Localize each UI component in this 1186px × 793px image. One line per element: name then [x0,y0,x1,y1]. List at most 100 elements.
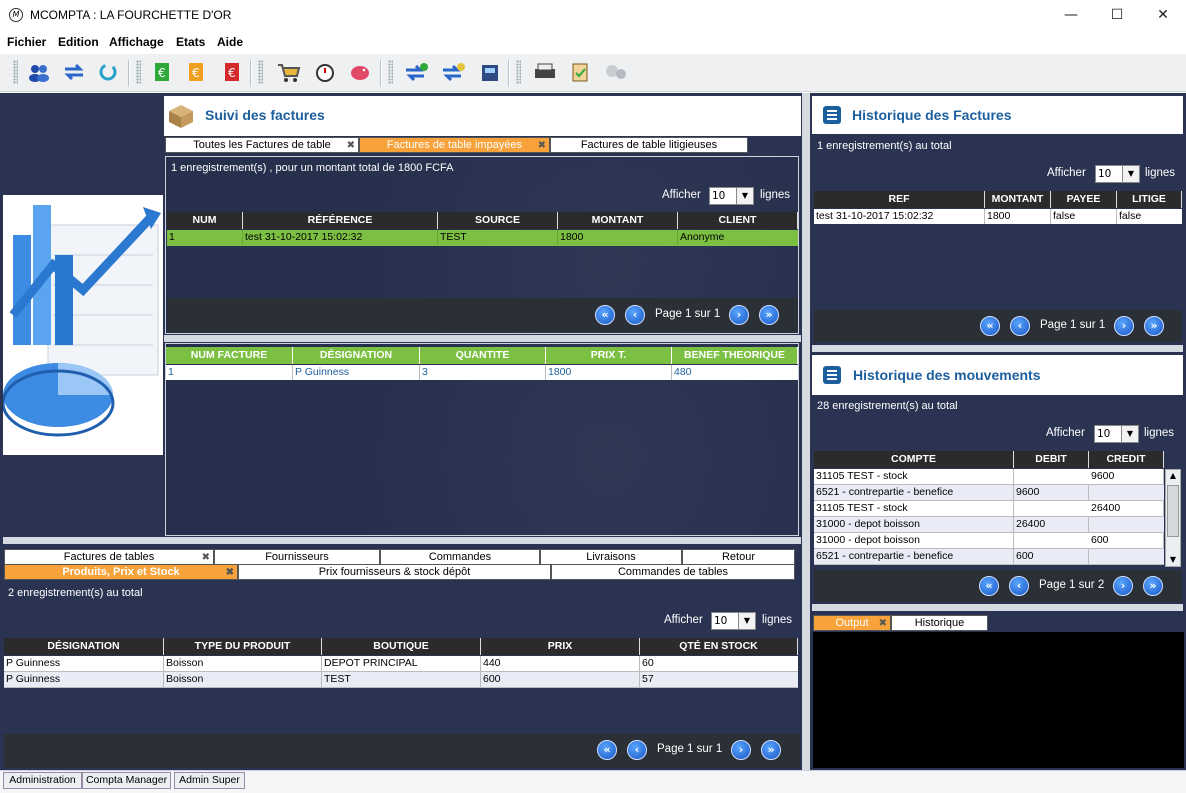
menu-aide[interactable]: Aide [217,35,243,49]
tab-administration[interactable]: Administration [3,772,82,789]
tab-retour[interactable]: Retour [682,549,795,565]
tab-compta-manager[interactable]: Compta Manager [82,772,171,789]
col-reference[interactable]: RÉFÉRENCE [243,212,438,229]
col-type-produit[interactable]: TYPE DU PRODUIT [164,638,322,655]
prev-page-icon[interactable]: ‹ [627,740,647,760]
rows-per-page-select[interactable]: 10 ▼ [709,187,754,205]
tab-factures-de-tables[interactable]: Factures de tables ✖ [4,549,214,565]
col-designation[interactable]: DÉSIGNATION [293,347,420,364]
split-divider[interactable] [164,335,801,342]
minimize-button[interactable]: — [1048,0,1094,31]
first-page-icon[interactable]: « [980,316,1000,336]
tab-prix-fournisseurs[interactable]: Prix fournisseurs & stock dépôt [238,564,551,580]
close-tab-icon[interactable]: ✖ [347,138,355,153]
next-page-icon[interactable]: › [729,305,749,325]
last-page-icon[interactable]: » [759,305,779,325]
close-tab-icon[interactable]: ✖ [538,138,546,153]
split-divider[interactable] [812,345,1183,352]
close-tab-icon[interactable]: ✖ [879,616,887,631]
col-num-facture[interactable]: NUM FACTURE [166,347,293,364]
col-designation[interactable]: DÉSIGNATION [4,638,164,655]
first-page-icon[interactable]: « [597,740,617,760]
col-montant[interactable]: MONTANT [985,191,1051,208]
users-icon[interactable] [26,60,52,84]
col-payee[interactable]: PAYEE [1051,191,1117,208]
col-prix[interactable]: PRIX [481,638,640,655]
scroll-thumb[interactable] [1167,485,1179,537]
col-boutique[interactable]: BOUTIQUE [322,638,481,655]
col-montant[interactable]: MONTANT [558,212,678,229]
tab-commandes-de-tables[interactable]: Commandes de tables [551,564,795,580]
last-page-icon[interactable]: » [761,740,781,760]
rows-per-page-select[interactable]: 10 ▼ [711,612,756,630]
next-page-icon[interactable]: › [731,740,751,760]
col-credit[interactable]: CREDIT [1089,451,1164,468]
orange-euro-document-icon[interactable]: € [183,60,209,84]
chevron-down-icon[interactable]: ▼ [1121,426,1138,442]
rows-per-page-select[interactable]: 10 ▼ [1095,165,1140,183]
tab-admin-super[interactable]: Admin Super [174,772,245,789]
printer-icon[interactable] [532,60,558,84]
col-prix-t[interactable]: PRIX T. [546,347,672,364]
transfer-add-icon[interactable] [404,60,430,84]
refresh-icon[interactable] [95,60,121,84]
col-client[interactable]: CLIENT [678,212,798,229]
tab-fournisseurs[interactable]: Fournisseurs [214,549,380,565]
transfer-confirm-icon[interactable] [441,60,467,84]
settings-gears-icon[interactable] [603,60,629,84]
prev-page-icon[interactable]: ‹ [625,305,645,325]
split-divider[interactable] [3,537,801,544]
close-button[interactable]: ✕ [1140,0,1186,31]
scroll-down-icon[interactable]: ▼ [1165,553,1181,567]
menu-affichage[interactable]: Affichage [109,35,164,49]
prev-page-icon[interactable]: ‹ [1009,576,1029,596]
tab-historique[interactable]: Historique [891,615,988,631]
tab-livraisons[interactable]: Livraisons [540,549,682,565]
tab-toutes-factures[interactable]: Toutes les Factures de table ✖ [165,137,359,153]
rows-per-page-select[interactable]: 10 ▼ [1094,425,1139,443]
chevron-down-icon[interactable]: ▼ [1122,166,1139,182]
menu-fichier[interactable]: Fichier [7,35,46,49]
close-tab-icon[interactable]: ✖ [202,550,210,565]
chevron-down-icon[interactable]: ▼ [738,613,755,629]
vertical-splitter[interactable] [802,93,810,770]
output-console[interactable] [813,632,1184,768]
tab-commandes[interactable]: Commandes [380,549,540,565]
col-litige[interactable]: LITIGE [1117,191,1182,208]
col-num[interactable]: NUM [167,212,243,229]
tab-factures-impayees[interactable]: Factures de table impayées ✖ [359,137,550,153]
cell-boutique: TEST [322,672,481,687]
col-debit[interactable]: DEBIT [1014,451,1089,468]
tab-factures-litigieuses[interactable]: Factures de table litigieuses [550,137,748,153]
chevron-down-icon[interactable]: ▼ [736,188,753,204]
prev-page-icon[interactable]: ‹ [1010,316,1030,336]
col-compte[interactable]: COMPTE [814,451,1014,468]
maximize-button[interactable]: ☐ [1094,0,1140,31]
shopping-cart-icon[interactable] [276,60,302,84]
first-page-icon[interactable]: « [979,576,999,596]
last-page-icon[interactable]: » [1143,576,1163,596]
cash-register-icon[interactable] [477,60,503,84]
col-quantite[interactable]: QUANTITE [420,347,546,364]
menu-etats[interactable]: Etats [176,35,205,49]
next-page-icon[interactable]: › [1113,576,1133,596]
col-ref[interactable]: REF [814,191,985,208]
next-page-icon[interactable]: › [1114,316,1134,336]
close-tab-icon[interactable]: ✖ [226,565,234,580]
last-page-icon[interactable]: » [1144,316,1164,336]
scroll-up-icon[interactable]: ▲ [1165,469,1181,483]
col-source[interactable]: SOURCE [438,212,558,229]
green-euro-document-icon[interactable]: € [149,60,175,84]
stopwatch-icon[interactable] [312,60,338,84]
red-euro-document-icon[interactable]: € [219,60,245,84]
clipboard-check-icon[interactable] [567,60,593,84]
transfer-icon[interactable] [61,60,87,84]
col-benef-theorique[interactable]: BENEF THEORIQUE [672,347,798,364]
tab-produits-prix-stock[interactable]: Produits, Prix et Stock ✖ [4,564,238,580]
first-page-icon[interactable]: « [595,305,615,325]
tab-output[interactable]: Output ✖ [813,615,891,631]
split-divider[interactable] [812,604,1183,611]
col-qte-stock[interactable]: QTÉ EN STOCK [640,638,798,655]
piggy-bank-icon[interactable] [347,60,373,84]
menu-edition[interactable]: Edition [58,35,99,49]
